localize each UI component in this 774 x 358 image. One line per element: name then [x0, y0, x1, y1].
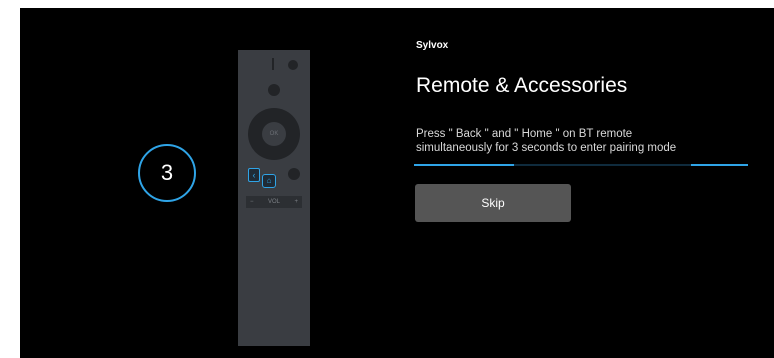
remote-voice-button: [268, 84, 280, 96]
skip-button[interactable]: Skip: [415, 184, 571, 222]
home-icon: ⌂: [262, 174, 276, 188]
page-title: Remote & Accessories: [416, 74, 628, 97]
pairing-progress-bar: [414, 164, 748, 166]
skip-button-label: Skip: [481, 196, 505, 210]
remote-menu-button: [288, 168, 300, 180]
pairing-instructions: Press " Back " and " Home " on BT remote…: [416, 127, 756, 155]
remote-mic-slot: [272, 58, 274, 70]
progress-fill-left: [414, 164, 514, 166]
progress-fill-right: [691, 164, 748, 166]
remote-ok-label: OK: [269, 131, 279, 137]
remote-ok-button: OK: [262, 122, 286, 146]
instruction-line-1: Press " Back " and " Home " on BT remote: [416, 128, 633, 140]
step-indicator: 3: [138, 144, 196, 202]
volume-minus: −: [250, 199, 254, 205]
step-number: 3: [160, 160, 174, 185]
chevron-left-icon: ‹: [248, 168, 260, 182]
volume-plus: +: [294, 199, 298, 205]
remote-power-button: [288, 60, 298, 70]
remote-volume-rocker: − VOL +: [246, 196, 302, 208]
instruction-line-2: simultaneously for 3 seconds to enter pa…: [416, 142, 677, 154]
brand-logo: Sylvox: [416, 40, 449, 51]
pairing-screen: 3 OK ‹ ⌂ − VOL +: [20, 8, 774, 358]
volume-label: VOL: [267, 199, 280, 205]
remote-illustration: OK ‹ ⌂ − VOL +: [238, 50, 310, 346]
